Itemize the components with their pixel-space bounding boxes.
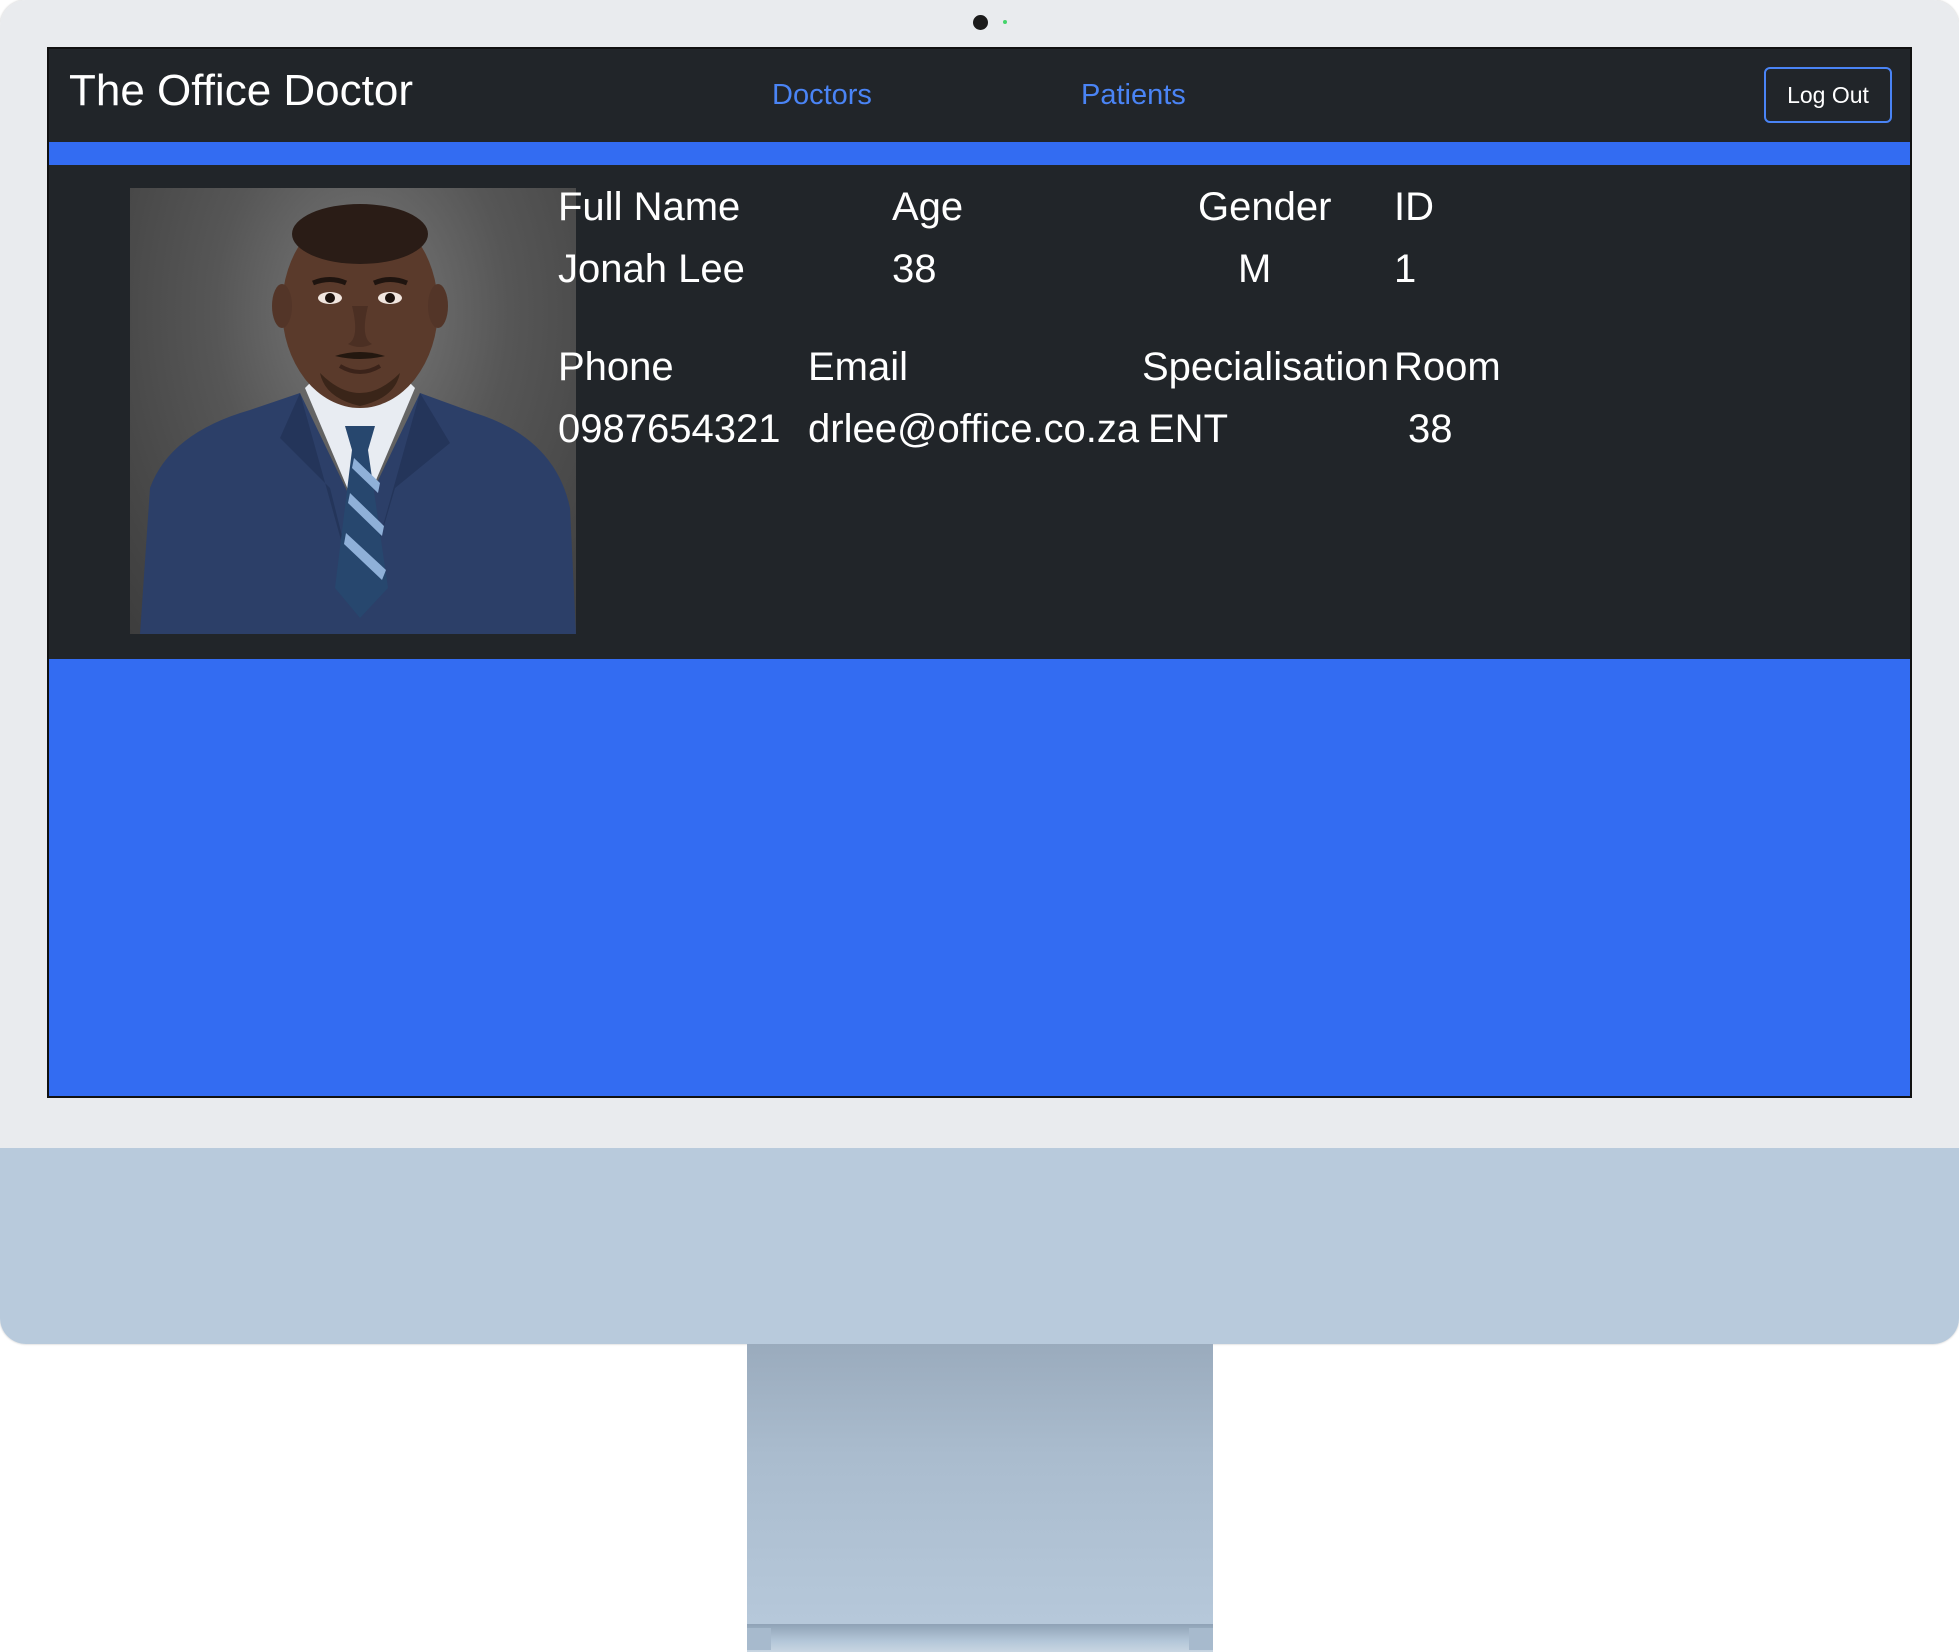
value-gender: M bbox=[1238, 247, 1272, 291]
value-specialisation: ENT bbox=[1148, 407, 1228, 451]
label-full-name: Full Name bbox=[558, 185, 741, 229]
doctor-profile-panel: Full Name Age Gender ID Jonah Lee 38 M 1… bbox=[49, 165, 1910, 659]
label-gender: Gender bbox=[1198, 185, 1332, 229]
nav-link-patients[interactable]: Patients bbox=[1081, 77, 1186, 113]
camera-led-icon bbox=[1003, 20, 1007, 24]
camera-icon bbox=[973, 15, 988, 30]
screen: The Office Doctor Doctors Patients Log O… bbox=[47, 47, 1912, 1098]
label-age: Age bbox=[892, 185, 964, 229]
label-email: Email bbox=[808, 345, 909, 389]
monitor-chin bbox=[0, 1148, 1959, 1344]
doctor-photo bbox=[130, 188, 576, 634]
label-room: Room bbox=[1394, 345, 1501, 389]
value-id: 1 bbox=[1394, 247, 1417, 291]
label-specialisation: Specialisation bbox=[1142, 345, 1389, 389]
accent-bar bbox=[49, 142, 1910, 165]
monitor: The Office Doctor Doctors Patients Log O… bbox=[0, 0, 1959, 1344]
logout-button[interactable]: Log Out bbox=[1764, 67, 1892, 123]
value-room: 38 bbox=[1408, 407, 1453, 451]
nav-link-doctors[interactable]: Doctors bbox=[772, 77, 872, 113]
navbar: The Office Doctor Doctors Patients Log O… bbox=[49, 49, 1910, 142]
monitor-bezel: The Office Doctor Doctors Patients Log O… bbox=[0, 0, 1959, 1148]
label-phone: Phone bbox=[558, 345, 674, 389]
brand-title: The Office Doctor bbox=[69, 66, 413, 115]
label-id: ID bbox=[1394, 185, 1434, 229]
monitor-stand bbox=[747, 1344, 1213, 1624]
value-age: 38 bbox=[892, 247, 937, 291]
value-phone: 0987654321 bbox=[558, 407, 781, 451]
value-email: drlee@office.co.za bbox=[808, 407, 1140, 451]
value-full-name: Jonah Lee bbox=[558, 247, 745, 291]
monitor-stand-foot bbox=[747, 1624, 1213, 1652]
